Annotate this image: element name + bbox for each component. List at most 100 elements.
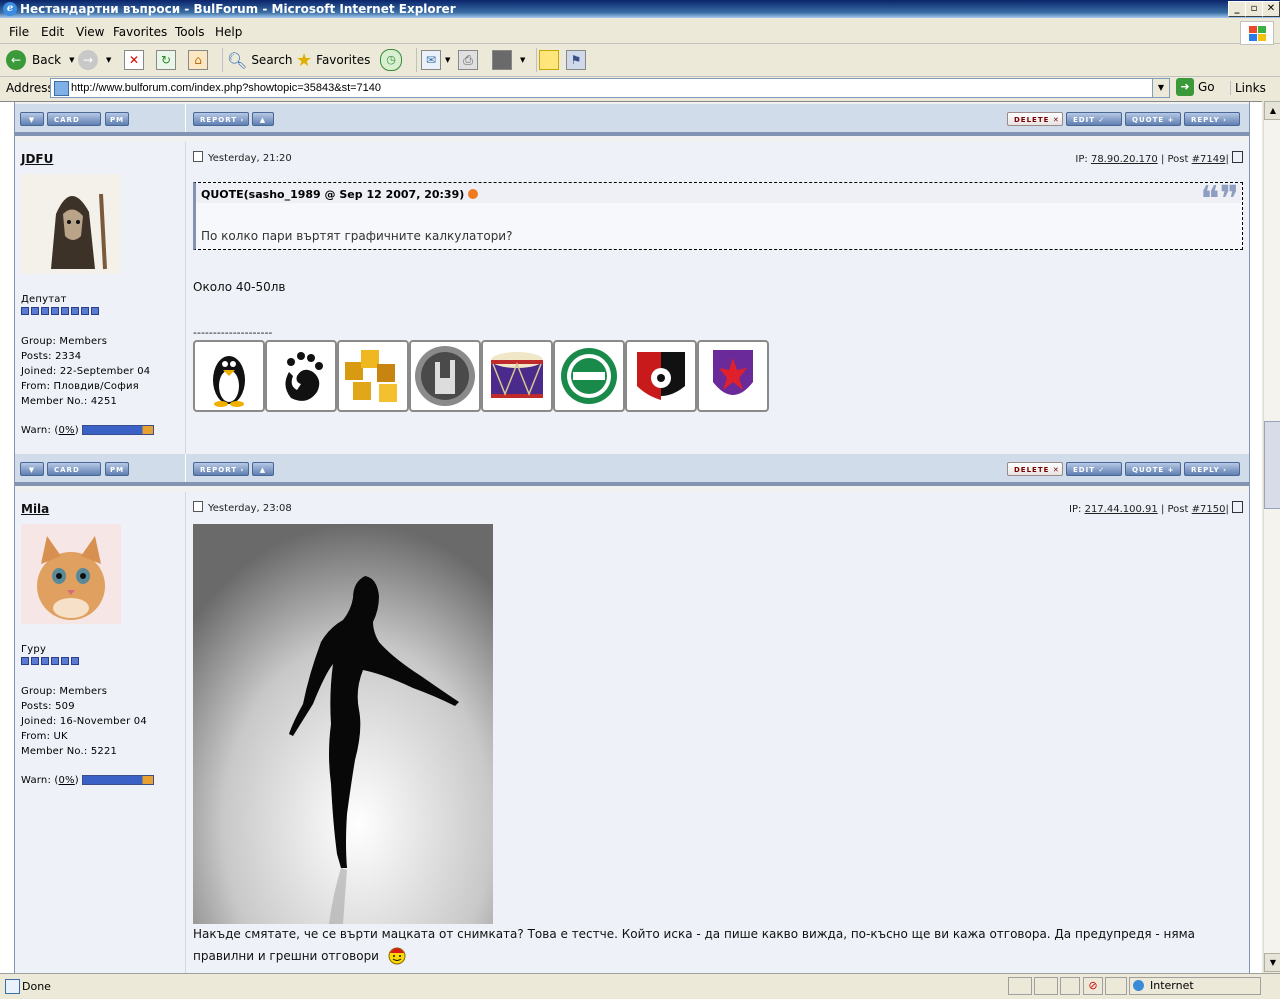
lokomotiv-badge-icon bbox=[625, 340, 697, 412]
menu-view[interactable]: View bbox=[76, 25, 104, 39]
mail-icon: ✉ bbox=[421, 50, 441, 70]
mail-button[interactable]: ✉ ▼ bbox=[416, 48, 450, 72]
card-button[interactable]: CARD bbox=[47, 112, 101, 126]
pm-button[interactable]: PM bbox=[105, 462, 129, 476]
reply-button[interactable]: REPLY › bbox=[1184, 112, 1240, 126]
warn-value[interactable]: 0% bbox=[59, 425, 75, 436]
post-doc-icon bbox=[193, 501, 203, 512]
rank-pips bbox=[21, 655, 81, 670]
forward-button[interactable]: → ▼ bbox=[78, 48, 111, 72]
close-button[interactable]: ✕ bbox=[1262, 1, 1280, 17]
post: Mila Гуру Group: Members Posts: 509 Join… bbox=[15, 492, 1249, 973]
menu-tools[interactable]: Tools bbox=[175, 25, 205, 39]
divider bbox=[185, 104, 186, 132]
go-button[interactable]: ➜ Go bbox=[1176, 78, 1215, 96]
rank-pips bbox=[21, 305, 101, 320]
author-group: Group: Members bbox=[21, 686, 108, 697]
author-name[interactable]: JDFU bbox=[21, 152, 53, 166]
gnome-badge-icon bbox=[265, 340, 337, 412]
ip-link[interactable]: 78.90.20.170 bbox=[1091, 154, 1158, 165]
toggle-arrow-icon[interactable]: ▼ bbox=[20, 112, 44, 126]
top-arrow-icon[interactable]: ▲ bbox=[252, 112, 274, 126]
warn-label: Warn: ( bbox=[21, 775, 59, 786]
post-number-link[interactable]: #7150 bbox=[1192, 504, 1226, 515]
menu-file[interactable]: File bbox=[9, 25, 29, 39]
top-arrow-icon[interactable]: ▲ bbox=[252, 462, 274, 476]
address-url[interactable]: http://www.bulforum.com/index.php?showto… bbox=[71, 82, 381, 94]
menu-edit[interactable]: Edit bbox=[41, 25, 64, 39]
popup-blocker-icon[interactable]: ⊘ bbox=[1083, 977, 1103, 995]
delete-button[interactable]: DELETE ✕ bbox=[1007, 112, 1063, 126]
author-member-no: Member No.: 5221 bbox=[21, 746, 118, 757]
menu-favorites[interactable]: Favorites bbox=[113, 25, 167, 39]
report-button[interactable]: REPORT › bbox=[193, 462, 249, 476]
quote-button[interactable]: QUOTE + bbox=[1125, 112, 1181, 126]
menu-help[interactable]: Help bbox=[215, 25, 242, 39]
card-button[interactable]: CARD bbox=[47, 462, 101, 476]
note-icon bbox=[539, 50, 559, 70]
research-button[interactable]: ⚑ bbox=[566, 48, 586, 72]
chevron-down-icon[interactable]: ▼ bbox=[520, 56, 525, 64]
chevron-down-icon[interactable]: ▼ bbox=[1152, 79, 1169, 97]
edit-page-button[interactable]: ▼ bbox=[492, 48, 525, 72]
author-from: From: Пловдив/София bbox=[21, 381, 139, 392]
scroll-up-icon[interactable]: ▲ bbox=[1264, 101, 1280, 120]
checkbox-icon[interactable] bbox=[1232, 501, 1243, 513]
divider bbox=[185, 454, 186, 482]
post: JDFU Депутат Group: Members Posts: 2334 … bbox=[15, 142, 1249, 454]
toggle-arrow-icon[interactable]: ▼ bbox=[20, 462, 44, 476]
ip-label: IP: bbox=[1069, 504, 1082, 515]
post-body-line1: Накъде смятате, че се върти мацката от с… bbox=[193, 927, 1196, 941]
drum-badge-icon bbox=[481, 340, 553, 412]
edit-button[interactable]: EDIT ✓ bbox=[1066, 462, 1122, 476]
scroll-thumb[interactable] bbox=[1264, 421, 1280, 509]
scroll-down-icon[interactable]: ▼ bbox=[1264, 953, 1280, 972]
address-input[interactable]: http://www.bulforum.com/index.php?showto… bbox=[50, 78, 1170, 98]
pm-label: PM bbox=[110, 466, 125, 474]
favorites-button[interactable]: ★ Favorites bbox=[296, 48, 370, 72]
maximize-button[interactable]: ▫ bbox=[1245, 1, 1263, 17]
post-date-text: Yesterday, 21:20 bbox=[208, 153, 292, 164]
author-name[interactable]: Mila bbox=[21, 502, 49, 516]
minimize-button[interactable]: _ bbox=[1228, 1, 1246, 17]
delete-label: DELETE bbox=[1014, 466, 1050, 474]
post-body-line2-wrap: правилни и грешни отговори bbox=[193, 945, 1243, 967]
star-icon: ★ bbox=[296, 49, 313, 71]
checkbox-icon[interactable] bbox=[1232, 151, 1243, 163]
home-button[interactable]: ⌂ bbox=[188, 48, 208, 72]
history-button[interactable]: ◷ bbox=[380, 48, 402, 72]
chevron-down-icon[interactable]: ▼ bbox=[445, 56, 450, 64]
stop-button[interactable]: ✕ bbox=[124, 48, 144, 72]
warn-level: Warn: (0%) bbox=[21, 423, 155, 438]
refresh-button[interactable]: ↻ bbox=[156, 48, 176, 72]
edit-button[interactable]: EDIT ✓ bbox=[1066, 112, 1122, 126]
report-button[interactable]: REPORT › bbox=[193, 112, 249, 126]
warn-close: ) bbox=[74, 425, 79, 436]
author-from: From: UK bbox=[21, 731, 68, 742]
internet-zone[interactable]: Internet bbox=[1129, 977, 1261, 995]
view-post-icon[interactable] bbox=[468, 189, 479, 199]
rank-text: Гуру bbox=[21, 644, 47, 655]
vertical-scrollbar[interactable]: ▲ ▼ bbox=[1263, 101, 1280, 972]
reply-button[interactable]: REPLY › bbox=[1184, 462, 1240, 476]
quote-mark-icon: ❝❞ bbox=[1200, 179, 1239, 220]
avatar bbox=[21, 524, 121, 624]
back-button[interactable]: ← Back ▼ bbox=[6, 48, 75, 72]
post-number-link[interactable]: #7149 bbox=[1192, 154, 1226, 165]
status-text: Done bbox=[22, 980, 51, 993]
print-button[interactable]: ⎙ bbox=[458, 48, 478, 72]
chevron-down-icon[interactable]: ▼ bbox=[106, 56, 111, 64]
status-bar: Done ⊘ Internet bbox=[0, 973, 1280, 999]
ie-logo-icon: e bbox=[3, 2, 17, 16]
go-arrow-icon: ➜ bbox=[1176, 78, 1194, 96]
chevron-down-icon[interactable]: ▼ bbox=[69, 56, 74, 64]
delete-button[interactable]: DELETE ✕ bbox=[1007, 462, 1063, 476]
warn-value[interactable]: 0% bbox=[59, 775, 75, 786]
quote-button[interactable]: QUOTE + bbox=[1125, 462, 1181, 476]
ip-link[interactable]: 217.44.100.91 bbox=[1085, 504, 1158, 515]
links-button[interactable]: Links bbox=[1230, 81, 1266, 95]
pm-button[interactable]: PM bbox=[105, 112, 129, 126]
discuss-button[interactable] bbox=[536, 48, 559, 72]
search-button[interactable]: 🔍︎ Search bbox=[222, 48, 293, 72]
quote-label: QUOTE bbox=[1132, 116, 1165, 124]
